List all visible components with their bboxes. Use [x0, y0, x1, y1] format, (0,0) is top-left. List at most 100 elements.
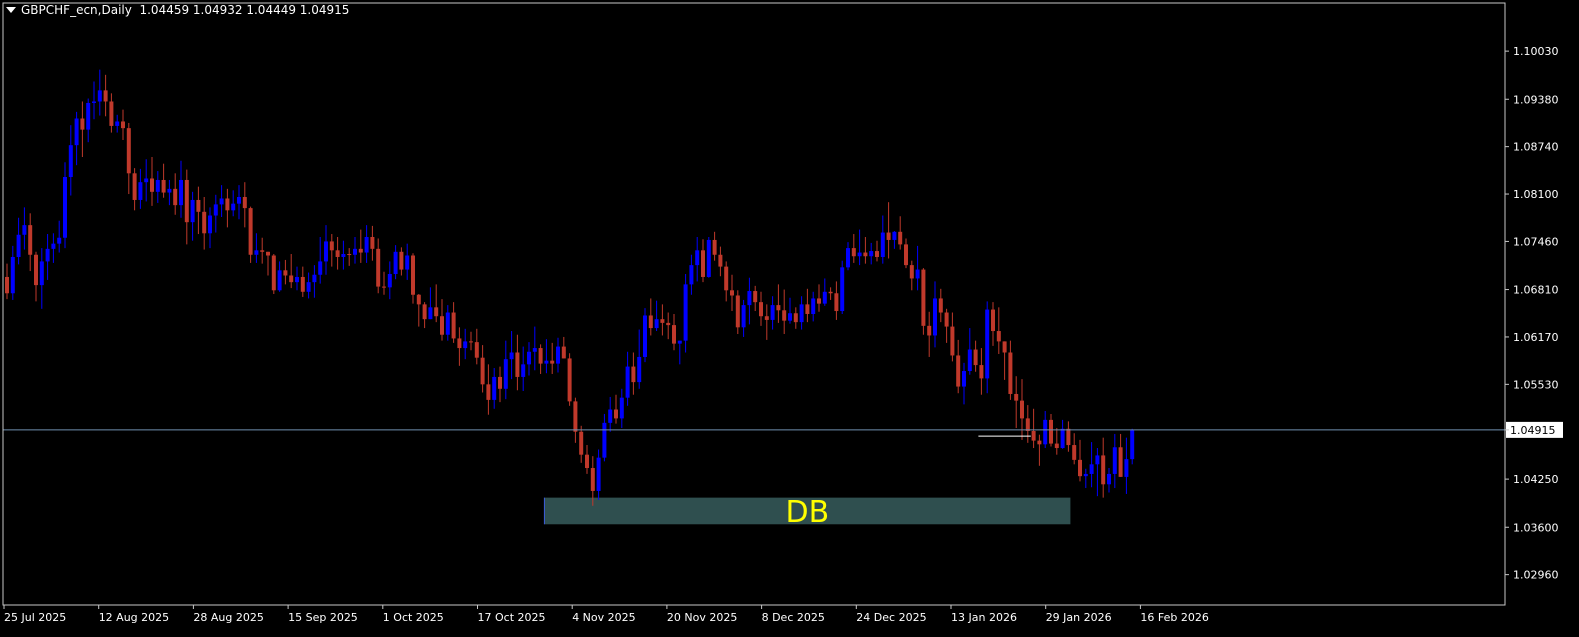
- candle-body: [295, 276, 299, 283]
- candle-body: [469, 341, 473, 343]
- candle-body: [486, 384, 491, 400]
- candle-body: [10, 256, 15, 294]
- candle-body: [938, 298, 943, 313]
- candle-body: [399, 251, 404, 270]
- x-tick-label: 28 Aug 2025: [193, 611, 263, 624]
- candle-body: [445, 312, 450, 335]
- candle-body: [550, 360, 555, 364]
- candle-body: [567, 358, 572, 402]
- candle-body: [596, 457, 601, 491]
- candle-body: [463, 341, 468, 349]
- x-tick-label: 1 Oct 2025: [383, 611, 444, 624]
- candle-body: [857, 252, 862, 257]
- candle-body: [34, 254, 38, 286]
- candle-body: [643, 315, 647, 357]
- candle-body: [318, 261, 323, 275]
- x-tick-label: 15 Sep 2025: [288, 611, 358, 624]
- candle-body: [416, 294, 421, 305]
- candle-body: [74, 118, 79, 146]
- x-tick-label: 17 Oct 2025: [478, 611, 546, 624]
- candle-body: [909, 265, 914, 279]
- candle-body: [579, 431, 584, 455]
- candle-body: [132, 173, 137, 200]
- candle-body: [300, 276, 305, 292]
- candle-body: [898, 231, 903, 245]
- y-tick-label: 1.06170: [1513, 331, 1559, 344]
- candle-body: [973, 349, 978, 366]
- candle-body: [393, 251, 398, 275]
- candle-body: [457, 338, 462, 349]
- candle-body: [225, 198, 230, 211]
- x-tick-label: 25 Jul 2025: [4, 611, 66, 624]
- candle-body: [967, 349, 972, 372]
- candle-body: [962, 371, 966, 387]
- candle-body: [880, 232, 885, 257]
- price-chart[interactable]: DB 1.10030 1.09380 1.08740 1.08100 1.07460 1.…: [0, 0, 1579, 633]
- candle-body: [614, 409, 618, 419]
- candle-body: [875, 251, 879, 257]
- candle-body: [1014, 393, 1019, 401]
- candle-body: [231, 203, 236, 211]
- candle-body: [956, 355, 961, 387]
- candle-body: [271, 255, 276, 291]
- x-tick-label: 20 Nov 2025: [667, 611, 737, 624]
- collapse-triangle-icon[interactable]: [6, 6, 16, 13]
- candle-body: [950, 326, 955, 356]
- candle-body: [242, 197, 247, 209]
- candle-body: [933, 298, 937, 336]
- candle-body: [805, 304, 810, 314]
- candle-body: [608, 409, 613, 423]
- candle-body: [904, 244, 908, 266]
- x-tick-label: 8 Dec 2025: [762, 611, 825, 624]
- candle-body: [851, 248, 856, 257]
- candle-body: [985, 309, 990, 379]
- candle-body: [219, 198, 224, 205]
- candle-body: [1037, 440, 1042, 445]
- candle-body: [822, 291, 827, 304]
- candle-body: [260, 250, 265, 252]
- candle-body: [498, 376, 502, 389]
- candle-body: [602, 422, 607, 458]
- candle-body: [706, 239, 711, 277]
- candle-body: [915, 269, 920, 279]
- candle-body: [1054, 443, 1059, 449]
- candle-body: [190, 199, 195, 223]
- candle-body: [834, 293, 839, 312]
- candle-body: [16, 234, 21, 257]
- candle-body: [254, 250, 259, 255]
- candle-body: [492, 376, 497, 400]
- candle-body: [109, 101, 114, 126]
- candle-body: [277, 270, 282, 291]
- x-tick-label: 4 Nov 2025: [572, 611, 635, 624]
- candle-body: [138, 182, 143, 200]
- candle-body: [51, 243, 56, 249]
- candle-body: [97, 90, 102, 102]
- candle-body: [22, 225, 27, 235]
- candle-body: [1008, 352, 1013, 394]
- candle-body: [1101, 455, 1106, 485]
- candle-body: [440, 316, 444, 335]
- candle-body: [155, 179, 160, 192]
- y-tick-label: 1.09380: [1513, 93, 1559, 106]
- x-tick-label: 16 Feb 2026: [1140, 611, 1208, 624]
- candle-body: [590, 468, 595, 491]
- last-price-label: 1.04915: [1510, 424, 1556, 437]
- candle-body: [741, 305, 746, 328]
- price-axis[interactable]: 1.10030 1.09380 1.08740 1.08100 1.07460 1.068…: [1505, 45, 1563, 582]
- candle-body: [28, 225, 33, 255]
- candle-body: [237, 197, 241, 204]
- candle-body: [538, 348, 543, 364]
- candle-body: [521, 364, 526, 377]
- candle-body: [944, 312, 949, 327]
- candle-body: [996, 331, 1001, 342]
- candle-body: [660, 319, 665, 323]
- candle-body: [126, 128, 131, 174]
- candle-body: [312, 274, 317, 283]
- candle-body: [144, 178, 149, 183]
- ohlc-readout: 1.04459 1.04932 1.04449 1.04915: [139, 3, 350, 17]
- candle-body: [422, 304, 427, 320]
- time-axis[interactable]: 25 Jul 2025 12 Aug 2025 28 Aug 2025 15 Sep …: [3, 605, 1209, 624]
- candle-body: [544, 360, 549, 364]
- candle-body: [631, 366, 636, 383]
- candle-body: [619, 397, 624, 419]
